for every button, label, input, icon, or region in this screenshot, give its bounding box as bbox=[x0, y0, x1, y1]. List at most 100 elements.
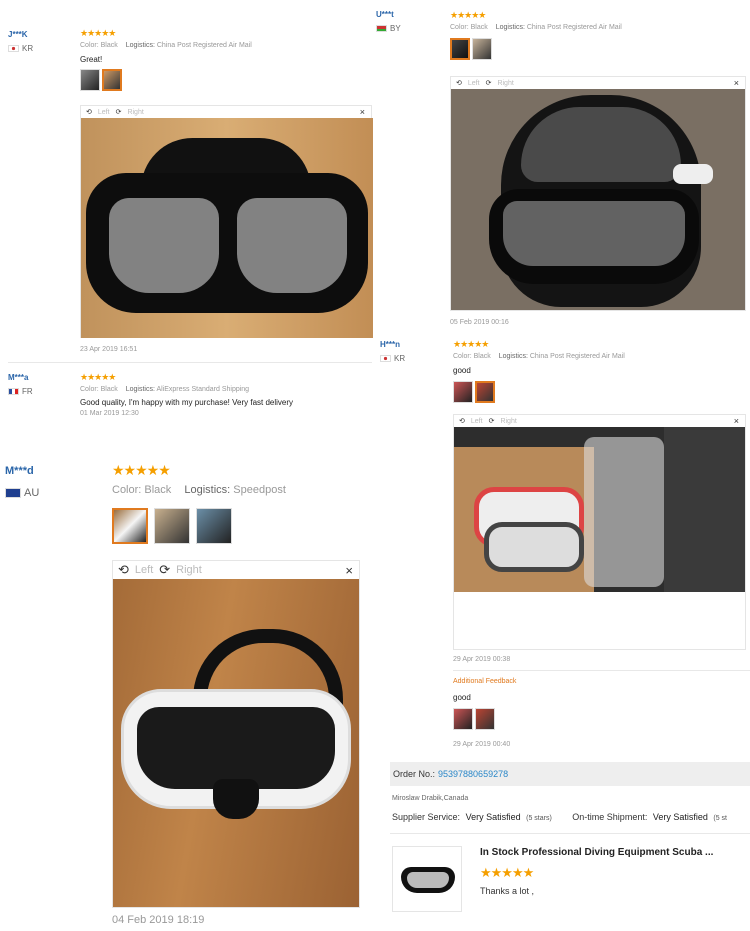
review-thumbnail[interactable] bbox=[475, 708, 495, 730]
rotate-left-icon[interactable]: ⟲ bbox=[459, 417, 465, 425]
rotate-right-icon[interactable]: ⟳ bbox=[486, 79, 492, 87]
review-date: 04 Feb 2019 18:19 bbox=[112, 914, 205, 926]
review-photo bbox=[451, 89, 745, 310]
goggle-nose-pocket bbox=[213, 779, 259, 819]
additional-feedback: Additional Feedback good 29 Apr 2019 00:… bbox=[453, 678, 516, 748]
review-date: 01 Mar 2019 12:30 bbox=[80, 410, 139, 417]
rotate-right-icon[interactable]: ⟳ bbox=[116, 108, 122, 116]
close-icon[interactable]: × bbox=[734, 416, 739, 426]
review-thumbnail[interactable] bbox=[154, 508, 190, 544]
review-thumbnail[interactable] bbox=[196, 508, 232, 544]
review-meta: Color: Black Logistics: AliExpress Stand… bbox=[80, 386, 250, 393]
reviewer-name: M***d bbox=[5, 465, 34, 477]
car-seat bbox=[664, 427, 745, 592]
additional-feedback-label: Additional Feedback bbox=[453, 678, 517, 685]
reviewer-country: FR bbox=[8, 387, 33, 396]
reviewer-info: U***t BY bbox=[376, 10, 401, 33]
rotate-left-icon[interactable]: ⟲ bbox=[86, 108, 92, 116]
rotate-left-label[interactable]: Left bbox=[135, 564, 153, 576]
review-thumbnail-selected[interactable] bbox=[102, 69, 122, 91]
close-icon[interactable]: × bbox=[734, 78, 739, 88]
au-flag-icon bbox=[5, 488, 21, 498]
review-thumbnail-selected[interactable] bbox=[450, 38, 470, 60]
review-thumbnail[interactable] bbox=[453, 708, 473, 730]
buyer-name: Miroslaw Drabik,Canada bbox=[392, 795, 469, 802]
earplug bbox=[673, 164, 713, 184]
review-date: 05 Feb 2019 00:16 bbox=[450, 319, 509, 326]
review-date: 23 Apr 2019 16:51 bbox=[80, 346, 138, 353]
order-label: Order No.: bbox=[393, 769, 436, 779]
goggle-black bbox=[484, 522, 584, 572]
rotate-left-icon[interactable]: ⟲ bbox=[118, 562, 129, 578]
close-icon[interactable]: × bbox=[360, 107, 365, 117]
review-photo bbox=[81, 118, 373, 338]
order-bar: Order No.: 95397880659278 bbox=[390, 762, 750, 786]
review-body: ★★★★★ Color: Black Logistics: AliExpress… bbox=[80, 372, 293, 417]
rating-stars: ★★★★★ bbox=[480, 865, 534, 880]
review-thumbnail[interactable] bbox=[80, 69, 100, 91]
divider bbox=[453, 670, 750, 671]
reviewer-info: J***K KR bbox=[8, 30, 33, 53]
rating-stars: ★★★★★ bbox=[450, 10, 486, 20]
viewer-toolbar: ⟲ Left ⟳ Right × bbox=[451, 77, 745, 89]
rotate-right-label[interactable]: Right bbox=[500, 418, 516, 425]
review-photo bbox=[454, 427, 745, 592]
thumbnail-list bbox=[80, 69, 252, 96]
rotate-right-label[interactable]: Right bbox=[176, 564, 202, 576]
review-thumbnail[interactable] bbox=[472, 38, 492, 60]
goggle-lens bbox=[503, 201, 685, 266]
viewer-toolbar: ⟲ Left ⟳ Right × bbox=[81, 106, 371, 118]
close-icon[interactable]: × bbox=[345, 563, 353, 578]
plastic-bag bbox=[584, 437, 664, 587]
review-thumbnail-selected[interactable] bbox=[475, 381, 495, 403]
thumbnail-list bbox=[453, 708, 516, 735]
review-text: Great! bbox=[80, 55, 103, 64]
viewer-toolbar: ⟲ Left ⟳ Right × bbox=[454, 415, 745, 427]
ratings-row: Supplier Service: Very Satisfied (5 star… bbox=[392, 812, 728, 822]
image-viewer: ⟲ Left ⟳ Right × bbox=[453, 414, 746, 650]
fr-flag-icon bbox=[8, 388, 19, 395]
order-comment: Thanks a lot , bbox=[480, 886, 535, 896]
review-meta: Color: Black Logistics: China Post Regis… bbox=[80, 42, 252, 49]
rotate-right-label[interactable]: Right bbox=[127, 109, 143, 116]
additional-feedback-text: good bbox=[453, 693, 471, 702]
reviewer-name: H***n bbox=[380, 340, 401, 349]
rotate-right-icon[interactable]: ⟳ bbox=[489, 417, 495, 425]
image-viewer: ⟲ Left ⟳ Right × bbox=[80, 105, 373, 338]
reviewer-country: KR bbox=[380, 354, 405, 363]
rotate-left-label[interactable]: Left bbox=[98, 109, 110, 116]
goggle-lens bbox=[137, 707, 335, 789]
reviewer-info: M***a FR bbox=[8, 373, 33, 396]
review-photo bbox=[113, 579, 359, 907]
rotate-right-label[interactable]: Right bbox=[497, 80, 513, 87]
reviewer-info: H***n KR bbox=[380, 340, 405, 363]
additional-feedback-date: 29 Apr 2019 00:40 bbox=[453, 741, 511, 748]
review-text: good bbox=[453, 366, 471, 375]
review-body: ★★★★★ Color: Black Logistics: China Post… bbox=[80, 28, 252, 96]
review-meta: Color: Black Logistics: Speedpost bbox=[112, 484, 286, 496]
review-thumbnail-selected[interactable] bbox=[112, 508, 148, 544]
rotate-left-label[interactable]: Left bbox=[471, 418, 483, 425]
rotate-right-icon[interactable]: ⟳ bbox=[159, 562, 170, 578]
image-viewer: ⟲ Left ⟳ Right × bbox=[450, 76, 746, 311]
rating-stars: ★★★★★ bbox=[80, 28, 116, 38]
review-thumbnail[interactable] bbox=[453, 381, 473, 403]
reviewer-name: U***t bbox=[376, 10, 394, 19]
reviewer-name: M***a bbox=[8, 373, 29, 382]
product-thumbnail[interactable] bbox=[392, 846, 462, 912]
goggle-lens-left bbox=[109, 198, 219, 293]
thumbnail-list bbox=[112, 508, 286, 549]
rating-stars: ★★★★★ bbox=[112, 462, 171, 478]
review-meta: Color: Black Logistics: China Post Regis… bbox=[453, 353, 625, 360]
order-number-link[interactable]: 95397880659278 bbox=[438, 769, 508, 779]
product-title-link[interactable]: In Stock Professional Diving Equipment S… bbox=[480, 847, 713, 858]
thumbnail-list bbox=[450, 38, 622, 65]
rating-stars: ★★★★★ bbox=[453, 339, 489, 349]
kr-flag-icon bbox=[380, 355, 391, 362]
rotate-left-icon[interactable]: ⟲ bbox=[456, 79, 462, 87]
rotate-left-label[interactable]: Left bbox=[468, 80, 480, 87]
review-body: ★★★★★ Color: Black Logistics: China Post… bbox=[453, 339, 625, 408]
review-date: 29 Apr 2019 00:38 bbox=[453, 656, 511, 663]
reviewer-name: J***K bbox=[8, 30, 28, 39]
kr-flag-icon bbox=[8, 45, 19, 52]
